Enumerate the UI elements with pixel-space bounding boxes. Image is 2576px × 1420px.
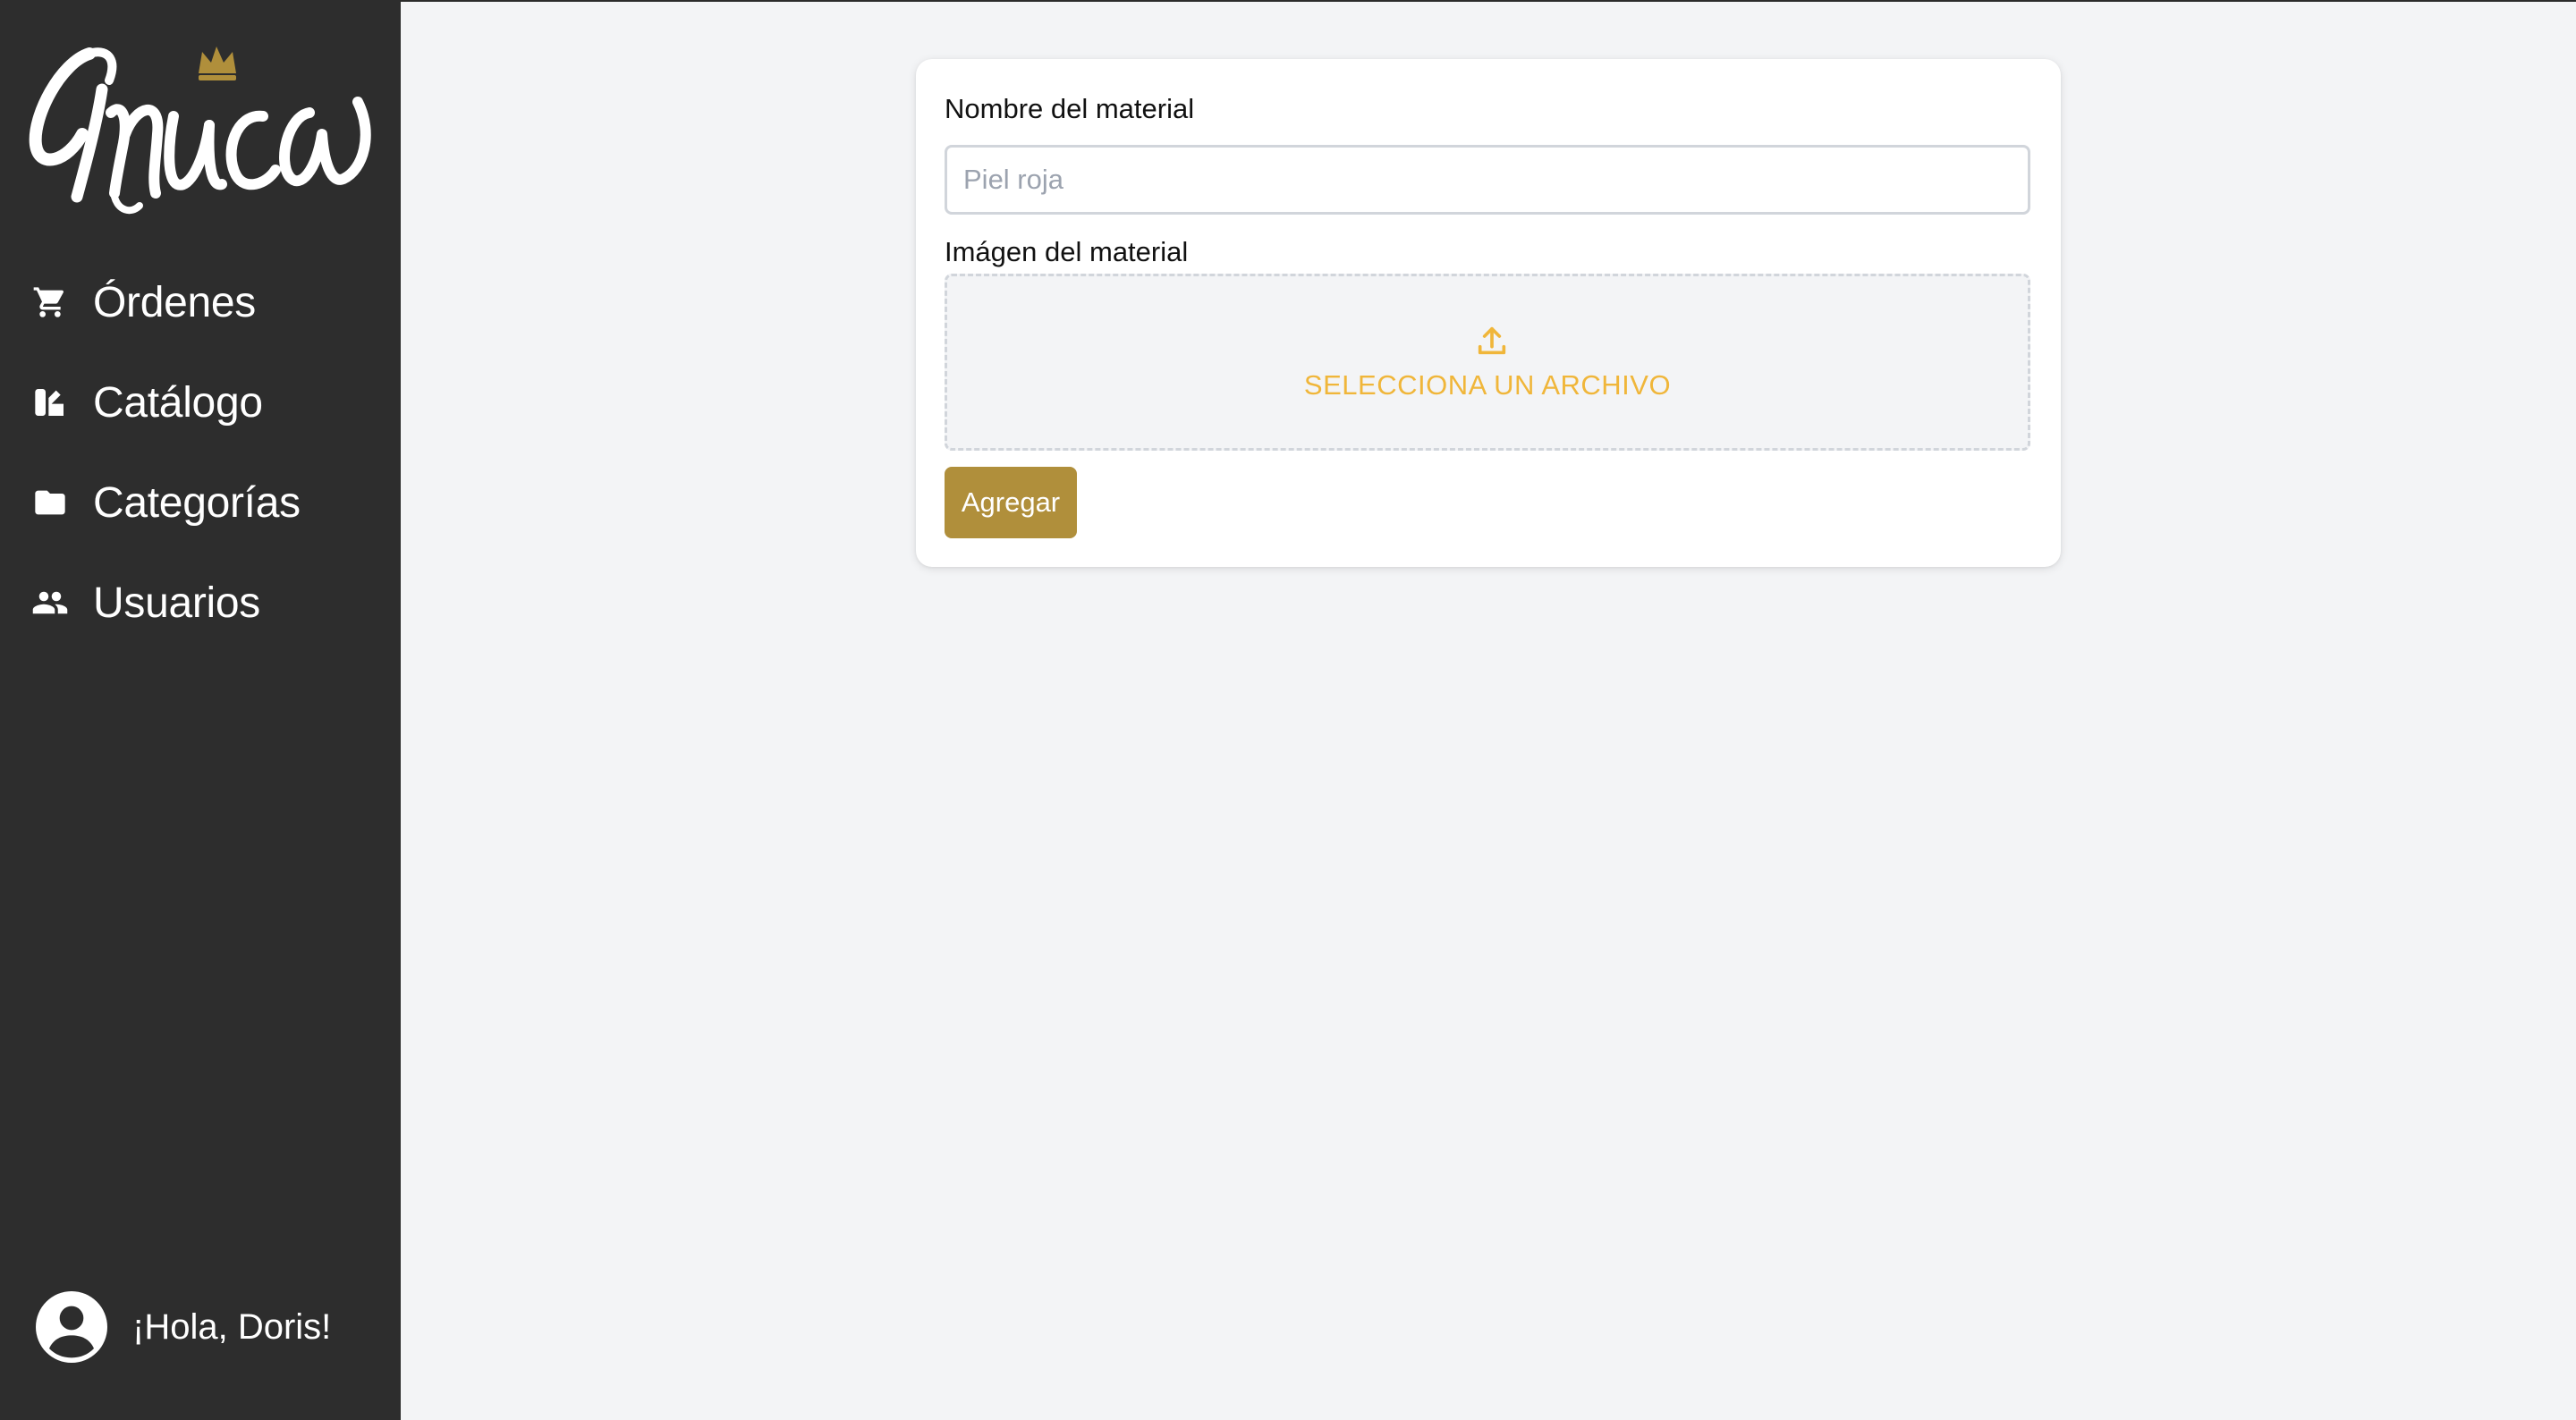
app-root: Órdenes Catálogo Categorías Usuarios ¡Ho…	[0, 0, 2576, 1420]
users-icon	[30, 583, 70, 622]
sidebar-item-catalogo[interactable]: Catálogo	[0, 359, 401, 445]
add-button[interactable]: Agregar	[945, 467, 1077, 538]
cart-icon	[30, 283, 70, 322]
brand-logo[interactable]	[25, 27, 376, 215]
image-field-label: Imágen del material	[945, 236, 1189, 267]
folder-icon	[30, 483, 70, 522]
sidebar-item-label: Categorías	[93, 478, 301, 527]
sidebar-item-usuarios[interactable]: Usuarios	[0, 560, 401, 646]
sidebar: Órdenes Catálogo Categorías Usuarios ¡Ho…	[0, 0, 401, 1420]
file-dropzone[interactable]: SELECCIONA UN ARCHIVO	[945, 274, 2030, 451]
logo-script-graphic	[29, 46, 371, 215]
crown-icon	[199, 46, 236, 80]
sidebar-item-ordenes[interactable]: Órdenes	[0, 259, 401, 345]
user-avatar-icon	[36, 1291, 107, 1363]
user-profile[interactable]: ¡Hola, Doris!	[36, 1291, 394, 1363]
sidebar-item-categorias[interactable]: Categorías	[0, 460, 401, 545]
name-field-label: Nombre del material	[945, 93, 1195, 124]
sidebar-item-label: Usuarios	[93, 579, 260, 627]
user-greeting: ¡Hola, Doris!	[132, 1306, 332, 1347]
material-name-input[interactable]	[945, 145, 2030, 215]
sidebar-item-label: Catálogo	[93, 378, 263, 427]
material-form-card: Nombre del material Imágen del material …	[916, 59, 2061, 567]
catalog-icon	[30, 383, 70, 422]
sidebar-item-label: Órdenes	[93, 278, 257, 326]
dropzone-label: SELECCIONA UN ARCHIVO	[1303, 369, 1672, 401]
upload-icon	[1478, 326, 1506, 355]
